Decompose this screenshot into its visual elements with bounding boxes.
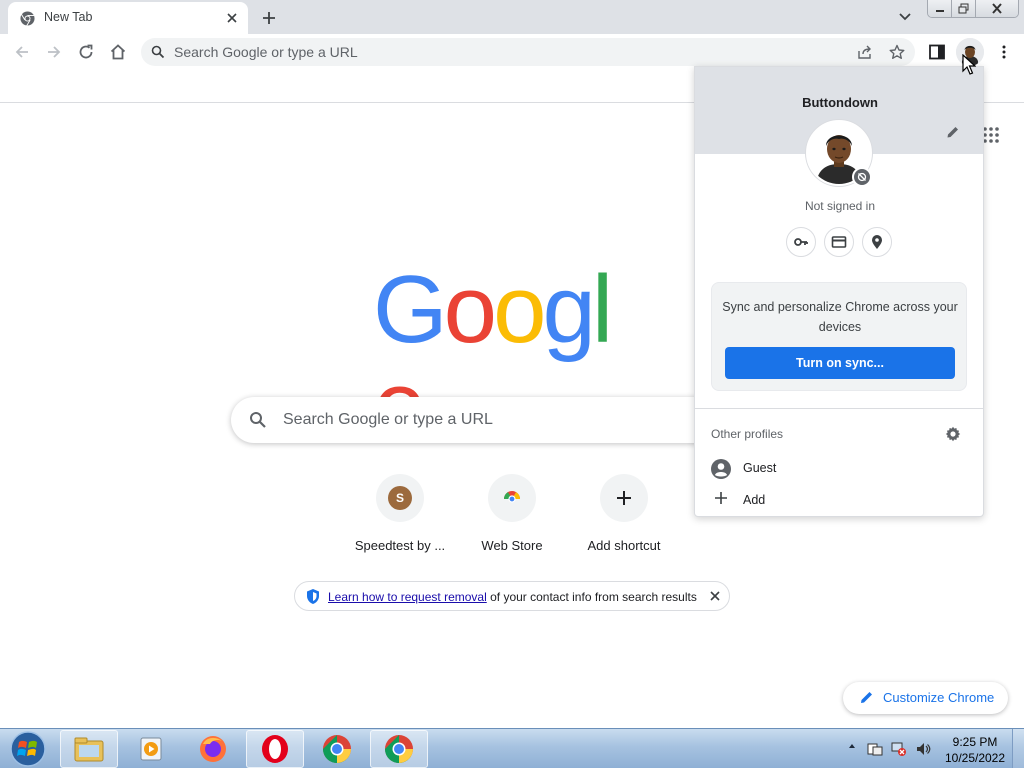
window-controls (927, 0, 1019, 18)
kebab-menu-icon[interactable] (996, 44, 1012, 60)
network-icon[interactable] (891, 741, 907, 757)
volume-icon[interactable] (915, 741, 931, 757)
payment-methods-button[interactable] (824, 227, 854, 257)
turn-on-sync-button[interactable]: Turn on sync... (725, 347, 955, 379)
firefox-icon (200, 736, 226, 762)
promo-banner: Learn how to request removal of your con… (294, 581, 730, 611)
tab-title: New Tab (44, 10, 93, 24)
google-logo: Google (373, 256, 649, 454)
promo-text: Learn how to request removal of your con… (328, 590, 697, 604)
action-center-icon[interactable] (867, 741, 883, 757)
back-icon[interactable] (12, 42, 32, 62)
home-icon[interactable] (108, 42, 128, 62)
forward-icon[interactable] (44, 42, 64, 62)
file-explorer-icon (74, 737, 104, 762)
reload-icon[interactable] (76, 42, 96, 62)
taskbar-file-explorer[interactable] (60, 730, 118, 768)
shortcut-icon-tile (488, 474, 536, 522)
logo-letter: l (591, 256, 613, 363)
other-profiles-label: Other profiles (711, 427, 784, 441)
search-icon (250, 412, 266, 428)
shortcut-icon-tile: S (376, 474, 424, 522)
tab-strip: New Tab (0, 0, 1024, 34)
mouse-cursor (962, 54, 976, 75)
star-icon[interactable] (889, 44, 905, 60)
chevron-down-icon[interactable] (896, 9, 914, 25)
window-close-button[interactable] (975, 0, 1018, 17)
profile-row-label: Add (743, 493, 766, 507)
logo-letter: o (493, 256, 546, 363)
taskbar-chrome[interactable] (308, 730, 366, 768)
shortcut-add[interactable]: Add shortcut (568, 474, 680, 564)
passwords-button[interactable] (786, 227, 816, 257)
close-icon[interactable] (224, 10, 240, 26)
clock-date[interactable]: 10/25/2022 (940, 751, 1010, 765)
plus-icon (617, 491, 631, 505)
chrome-icon (384, 735, 413, 764)
side-panel-icon[interactable] (928, 43, 946, 61)
sign-in-status: Not signed in (804, 199, 876, 213)
location-pin-icon (872, 235, 882, 249)
search-icon (151, 45, 165, 59)
profile-row-label: Guest (743, 461, 777, 475)
shortcut-label: Web Store (481, 538, 543, 553)
credit-card-icon (831, 236, 847, 248)
logo-letter: g (542, 256, 595, 363)
taskbar-opera[interactable] (246, 730, 304, 768)
chrome-icon (322, 735, 351, 764)
show-hidden-icons-icon[interactable] (847, 741, 857, 751)
close-icon[interactable] (709, 590, 721, 602)
sync-promo-card: Sync and personalize Chrome across your … (711, 282, 967, 391)
taskbar-chrome-active[interactable] (370, 730, 428, 768)
tab-new-tab[interactable]: New Tab (8, 2, 248, 34)
sync-promo-text: Sync and personalize Chrome across your … (722, 300, 958, 334)
menu-divider (695, 408, 983, 409)
key-icon (794, 238, 808, 246)
new-tab-button[interactable] (258, 7, 280, 29)
apps-grid-icon[interactable] (982, 126, 1000, 144)
show-desktop-button[interactable] (1012, 729, 1024, 768)
shield-icon (307, 589, 319, 604)
share-icon[interactable] (857, 44, 873, 60)
minimize-button[interactable] (928, 0, 953, 17)
addresses-button[interactable] (862, 227, 892, 257)
opera-icon (262, 735, 288, 763)
windows-taskbar: 9:25 PM 10/25/2022 (0, 728, 1024, 768)
gear-icon[interactable] (945, 426, 961, 442)
browser-toolbar: Search Google or type a URL (0, 34, 1024, 70)
customize-chrome-button[interactable]: Customize Chrome (843, 682, 1008, 714)
shortcut-label: Speedtest by ... (354, 538, 446, 553)
ntp-search-box[interactable]: Search Google or type a URL (231, 397, 731, 443)
start-button[interactable] (4, 730, 52, 768)
ntp-search-placeholder: Search Google or type a URL (283, 411, 493, 428)
restore-button[interactable] (952, 0, 976, 17)
pencil-icon (861, 692, 872, 703)
pencil-icon[interactable] (946, 125, 960, 139)
media-player-icon (140, 737, 162, 761)
shortcut-icon-tile (600, 474, 648, 522)
profile-name: Buttondown (802, 95, 878, 110)
webstore-icon (504, 491, 520, 504)
promo-link[interactable]: Learn how to request removal (328, 590, 487, 604)
shortcut-label: Add shortcut (587, 538, 661, 553)
shortcut-speedtest[interactable]: S Speedtest by ... (344, 474, 456, 564)
profile-menu: Buttondown Not signed in Sync and person… (694, 66, 984, 517)
sync-paused-icon (852, 167, 872, 187)
plus-icon (715, 492, 727, 504)
chrome-icon (20, 11, 35, 26)
customize-chrome-label: Customize Chrome (883, 690, 995, 705)
guest-icon (711, 459, 731, 479)
profile-row-guest[interactable]: Guest (695, 453, 983, 483)
shortcut-web-store[interactable]: Web Store (456, 474, 568, 564)
profile-row-add[interactable]: Add (695, 485, 983, 515)
logo-letter: G (373, 256, 448, 363)
logo-letter: o (443, 256, 497, 363)
promo-rest-text: of your contact info from search results (486, 590, 697, 604)
omnibox[interactable]: Search Google or type a URL (141, 38, 915, 66)
taskbar-media-player[interactable] (122, 730, 180, 768)
taskbar-firefox[interactable] (184, 730, 242, 768)
clock-time[interactable]: 9:25 PM (940, 735, 1010, 749)
speedtest-icon: S (388, 486, 412, 510)
omnibox-placeholder: Search Google or type a URL (174, 44, 358, 60)
